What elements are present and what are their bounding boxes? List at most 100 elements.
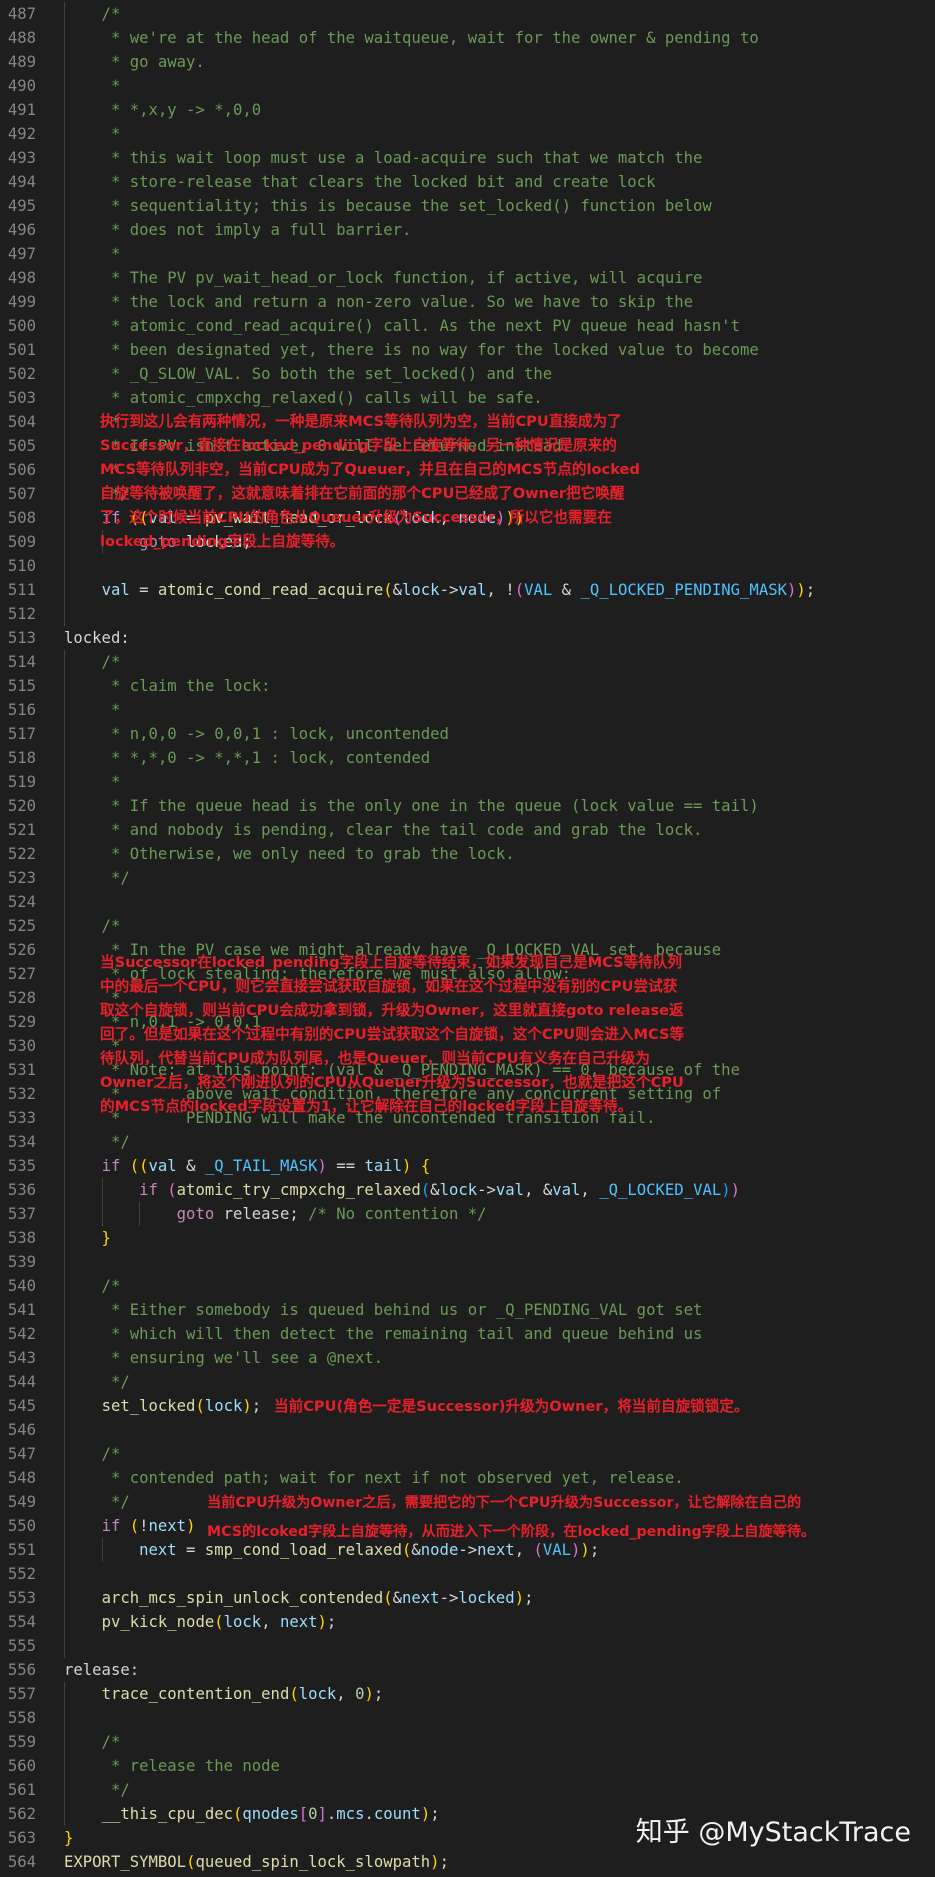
code-line[interactable]: 518 * *,*,0 -> *,*,1 : lock, contended <box>0 746 935 770</box>
line-number: 545 <box>7 1397 36 1415</box>
code-line[interactable]: 523 */ <box>0 866 935 890</box>
code-line[interactable]: 521 * and nobody is pending, clear the t… <box>0 818 935 842</box>
code-text: * claim the lock: <box>64 674 271 698</box>
line-number: 560 <box>7 1757 36 1775</box>
code-line[interactable]: 502 * _Q_SLOW_VAL. So both the set_locke… <box>0 362 935 386</box>
annotation-successor-states: 执行到这儿会有两种情况，一种是原来MCS等待队列为空，当前CPU直接成为了 Su… <box>100 410 640 554</box>
code-line[interactable]: 497 * <box>0 242 935 266</box>
code-line[interactable]: 556 release: <box>0 1658 935 1682</box>
code-line[interactable]: 489 * go away. <box>0 50 935 74</box>
code-line[interactable]: 538 } <box>0 1226 935 1250</box>
code-token: , ! <box>486 581 515 599</box>
code-token: * the lock and return a non-zero value. … <box>64 293 694 311</box>
code-token: if <box>101 1517 121 1535</box>
code-line[interactable]: 540 /* <box>0 1274 935 1298</box>
code-line[interactable]: 555 <box>0 1634 935 1658</box>
code-token: val <box>148 1157 177 1175</box>
code-line[interactable]: 560 * release the node <box>0 1754 935 1778</box>
indent-guide <box>139 1202 140 1226</box>
code-token: VAL <box>524 581 553 599</box>
code-line[interactable]: 564 EXPORT_SYMBOL(queued_spin_lock_slowpa… <box>0 1850 935 1874</box>
code-line[interactable]: 512 <box>0 602 935 626</box>
code-token: ; <box>439 1853 449 1871</box>
code-line[interactable]: 541 * Either somebody is queued behind u… <box>0 1298 935 1322</box>
code-line[interactable]: 544 */ <box>0 1370 935 1394</box>
watermark: 知乎 @MyStackTrace <box>635 1817 911 1848</box>
code-line[interactable]: 514 /* <box>0 650 935 674</box>
code-text: if (!next) <box>64 1514 196 1538</box>
code-line[interactable]: 510 <box>0 554 935 578</box>
code-line[interactable]: 542 * which will then detect the remaini… <box>0 1322 935 1346</box>
code-line[interactable]: 548 * contended path; wait for next if n… <box>0 1466 935 1490</box>
code-line[interactable]: 557 trace_contention_end(lock, 0); <box>0 1682 935 1706</box>
code-line[interactable]: 516 * <box>0 698 935 722</box>
code-line[interactable]: 503 * atomic_cmpxchg_relaxed() calls wil… <box>0 386 935 410</box>
code-line[interactable]: 522 * Otherwise, we only need to grab th… <box>0 842 935 866</box>
code-line[interactable]: 496 * does not imply a full barrier. <box>0 218 935 242</box>
code-line[interactable]: 546 <box>0 1418 935 1442</box>
code-token: * <box>64 773 121 791</box>
code-token: ; <box>805 581 816 599</box>
code-line[interactable]: 520 * If the queue head is the only one … <box>0 794 935 818</box>
line-number: 512 <box>7 605 36 623</box>
line-number: 532 <box>7 1085 36 1103</box>
code-line[interactable]: 559 /* <box>0 1730 935 1754</box>
code-token: * _Q_SLOW_VAL. So both the set_locked() … <box>64 365 553 383</box>
code-line[interactable]: 519 * <box>0 770 935 794</box>
code-token: ( <box>514 581 525 599</box>
code-line[interactable]: 515 * claim the lock: <box>0 674 935 698</box>
line-number: 546 <box>7 1421 36 1439</box>
code-line[interactable]: 547 /* <box>0 1442 935 1466</box>
code-line[interactable]: 537 goto release; /* No contention */ <box>0 1202 935 1226</box>
code-line[interactable]: 492 * <box>0 122 935 146</box>
code-line[interactable]: 491 * *,x,y -> *,0,0 <box>0 98 935 122</box>
code-token: * If the queue head is the only one in t… <box>64 797 759 815</box>
code-line[interactable]: 534 */ <box>0 1130 935 1154</box>
code-line[interactable]: 500 * atomic_cond_read_acquire() call. A… <box>0 314 935 338</box>
code-token: val <box>495 1181 525 1199</box>
indent-guide <box>64 1682 65 1826</box>
code-line[interactable]: 553 arch_mcs_spin_unlock_contended(&next… <box>0 1586 935 1610</box>
code-line[interactable]: 495 * sequentiality; this is because the… <box>0 194 935 218</box>
line-number: 508 <box>7 509 36 527</box>
code-line[interactable]: 490 * <box>0 74 935 98</box>
code-line[interactable]: 535 if ((val & _Q_TAIL_MASK) == tail) { <box>0 1154 935 1178</box>
code-line[interactable]: 494 * store-release that clears the lock… <box>0 170 935 194</box>
code-token: } <box>64 1829 74 1847</box>
code-line[interactable]: 511 val = atomic_cond_read_acquire(&lock… <box>0 578 935 602</box>
code-line[interactable]: 543 * ensuring we'll see a @next. <box>0 1346 935 1370</box>
code-line[interactable]: 493 * this wait loop must use a load-acq… <box>0 146 935 170</box>
code-line[interactable]: 524 <box>0 890 935 914</box>
code-line[interactable]: 552 <box>0 1562 935 1586</box>
code-editor[interactable]: 487 /* 488 * we're at the head of the wai… <box>0 0 935 1877</box>
code-line[interactable]: 554 pv_kick_node(lock, next); <box>0 1610 935 1634</box>
code-text: * and nobody is pending, clear the tail … <box>64 818 702 842</box>
code-line[interactable]: 525 /* <box>0 914 935 938</box>
code-line[interactable]: 517 * n,0,0 -> 0,0,1 : lock, uncontended <box>0 722 935 746</box>
code-line[interactable]: 561 */ <box>0 1778 935 1802</box>
code-line[interactable]: 498 * The PV pv_wait_head_or_lock functi… <box>0 266 935 290</box>
line-number: 540 <box>7 1277 36 1295</box>
code-token: * <box>64 77 121 95</box>
code-line[interactable]: 536 if (atomic_try_cmpxchg_relaxed(&lock… <box>0 1178 935 1202</box>
code-line[interactable]: 501 * been designated yet, there is no w… <box>0 338 935 362</box>
annotation-line: 待队列，代替当前CPU成为队列尾，也是Queuer，则当前CPU有义务在自己升级… <box>100 1050 650 1067</box>
code-token: /* <box>64 1445 121 1463</box>
code-token: * Otherwise, we only need to grab the lo… <box>64 845 515 863</box>
indent-guide <box>102 1178 103 1226</box>
code-line[interactable]: 539 <box>0 1250 935 1274</box>
code-line[interactable]: 488 * we're at the head of the waitqueue… <box>0 26 935 50</box>
code-line[interactable]: 499 * the lock and return a non-zero val… <box>0 290 935 314</box>
code-token: , <box>261 1613 280 1631</box>
code-line[interactable]: 558 <box>0 1706 935 1730</box>
code-token: * *,x,y -> *,0,0 <box>64 101 262 119</box>
code-line[interactable]: 513 locked: <box>0 626 935 650</box>
code-text: * sequentiality; this is because the set… <box>64 194 712 218</box>
code-line[interactable]: 487 /* <box>0 2 935 26</box>
code-token: * <box>64 245 121 263</box>
code-token: lock <box>204 1397 243 1415</box>
code-text: * <box>64 698 120 722</box>
